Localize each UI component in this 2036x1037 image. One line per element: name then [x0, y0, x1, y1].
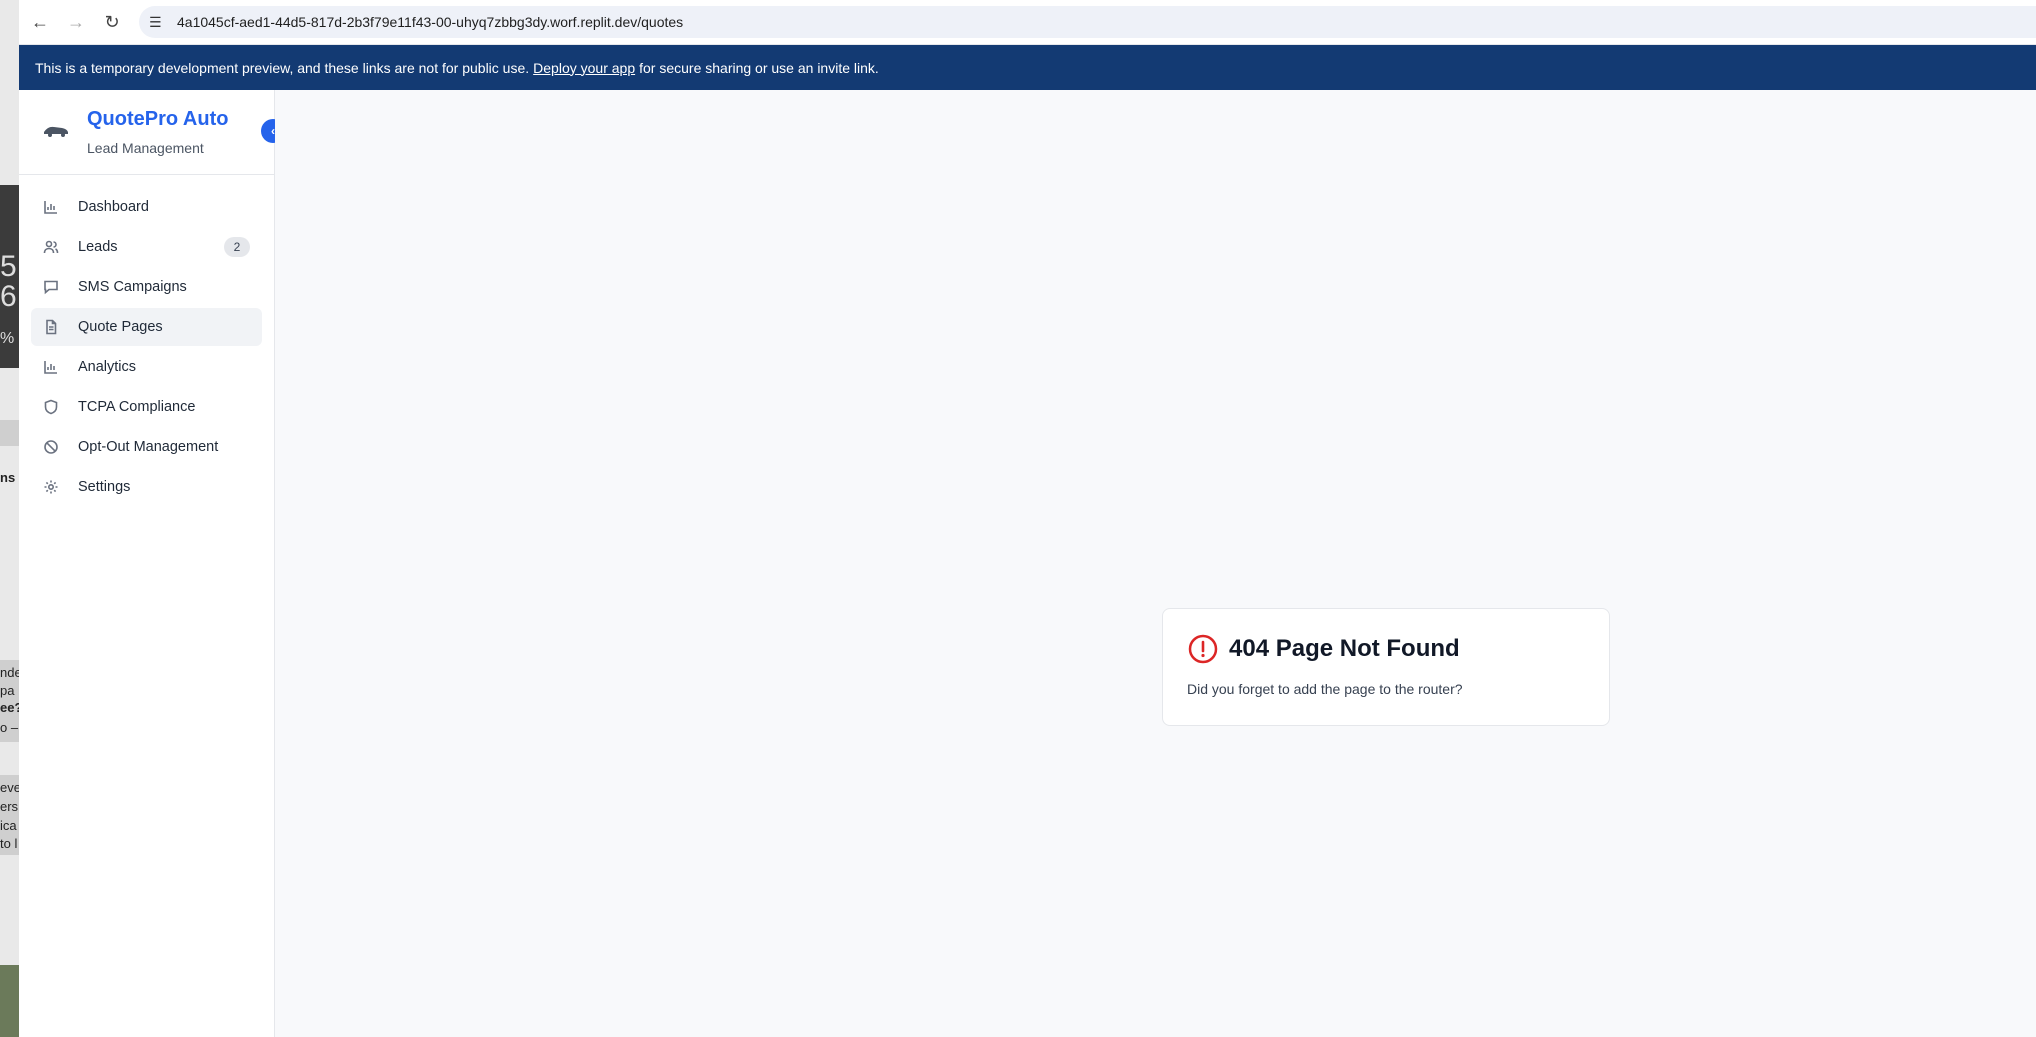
alert-circle-icon — [1188, 634, 1218, 664]
background-window-fragment: 5 6 % ns nde pa ee? o – eve ers ica to l — [0, 0, 19, 1037]
reload-icon[interactable]: ↻ — [97, 7, 127, 37]
forward-icon[interactable]: → — [61, 7, 91, 37]
ban-icon — [42, 438, 60, 456]
sidebar-item-settings[interactable]: Settings — [31, 468, 262, 506]
file-icon — [42, 318, 60, 336]
brand-subtitle: Lead Management — [87, 140, 204, 156]
bar-chart-icon — [42, 198, 60, 216]
sidebar-item-sms-campaigns[interactable]: SMS Campaigns — [31, 268, 262, 306]
sidebar-item-label: SMS Campaigns — [78, 279, 187, 295]
brand-title: QuotePro Auto — [87, 108, 229, 130]
site-settings-icon[interactable]: ☰ — [149, 14, 171, 31]
sidebar-item-label: Opt-Out Management — [78, 439, 219, 455]
sidebar: QuotePro Auto Lead Management ‹ Dashboar… — [19, 90, 285, 1037]
banner-text: This is a temporary development preview,… — [35, 59, 530, 76]
main-content: 404 Page Not Found Did you forget to add… — [275, 90, 2036, 1037]
gear-icon — [42, 478, 60, 496]
error-message: Did you forget to add the page to the ro… — [1187, 681, 1463, 697]
deploy-link[interactable]: Deploy your app — [533, 60, 635, 76]
not-found-card: 404 Page Not Found Did you forget to add… — [1162, 608, 1610, 726]
sidebar-item-tcpa-compliance[interactable]: TCPA Compliance — [31, 388, 262, 426]
sidebar-item-label: Quote Pages — [78, 319, 163, 335]
sidebar-item-label: Dashboard — [78, 199, 149, 215]
back-icon[interactable]: ← — [25, 7, 55, 37]
leads-count-badge: 2 — [224, 237, 250, 257]
brand-header: QuotePro Auto Lead Management ‹ — [19, 90, 285, 175]
users-icon — [42, 238, 60, 256]
sidebar-item-dashboard[interactable]: Dashboard — [31, 188, 262, 226]
address-bar[interactable]: ☰ 4a1045cf-aed1-44d5-817d-2b3f79e11f43-0… — [139, 6, 2036, 38]
sidebar-item-label: Settings — [78, 479, 131, 495]
bar-chart-icon — [42, 358, 60, 376]
sidebar-item-opt-out-management[interactable]: Opt-Out Management — [31, 428, 262, 466]
banner-text-after: for secure sharing or use an invite link… — [639, 59, 879, 76]
message-icon — [42, 278, 60, 296]
sidebar-item-quote-pages[interactable]: Quote Pages — [31, 308, 262, 346]
error-title: 404 Page Not Found — [1229, 635, 1460, 662]
url-text[interactable]: 4a1045cf-aed1-44d5-817d-2b3f79e11f43-00-… — [177, 14, 683, 30]
sidebar-nav: Dashboard Leads 2 SMS Campaigns Quote Pa… — [19, 175, 274, 506]
logo-icon — [44, 126, 68, 137]
shield-icon — [42, 398, 60, 416]
dev-preview-banner: This is a temporary development preview,… — [19, 45, 2036, 90]
sidebar-item-label: Analytics — [78, 359, 137, 375]
sidebar-item-label: Leads — [78, 239, 118, 255]
sidebar-item-analytics[interactable]: Analytics — [31, 348, 262, 386]
sidebar-item-label: TCPA Compliance — [78, 399, 196, 415]
sidebar-item-leads[interactable]: Leads 2 — [31, 228, 262, 266]
browser-toolbar: ← → ↻ ☰ 4a1045cf-aed1-44d5-817d-2b3f79e1… — [19, 0, 2036, 45]
